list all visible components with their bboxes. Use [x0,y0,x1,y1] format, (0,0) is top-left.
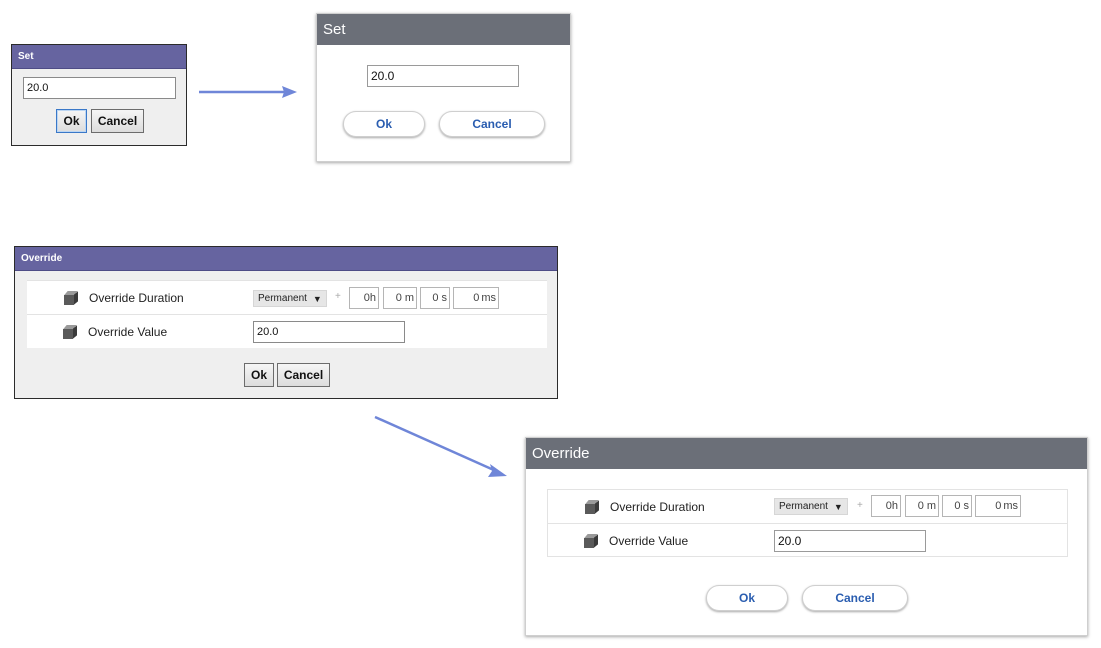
cancel-button[interactable]: Cancel [91,109,144,133]
duration-mode-select[interactable]: Permanent ▼ [774,498,848,515]
seconds-value: 0 [432,292,439,304]
dialog-title: Override [526,438,1087,469]
old-override-dialog: Override Override Duration Permanent ▼ +… [14,246,558,399]
seconds-field[interactable]: 0 s [420,287,450,309]
override-value-input[interactable] [774,530,926,552]
dialog-title: Set [317,14,570,45]
set-value-input[interactable] [23,77,176,99]
dialog-title: Override [15,247,557,271]
value-label: Override Value [88,325,168,339]
cancel-button[interactable]: Cancel [802,585,908,611]
minutes-unit: m [926,500,936,512]
cube-icon [584,534,598,548]
new-set-dialog: Set Ok Cancel [316,13,571,162]
cube-icon [585,499,599,514]
minutes-value: 0 [395,292,402,304]
dropdown-arrow-icon: ▼ [312,293,322,304]
ms-value: 0 [995,500,1002,512]
duration-label: Override Duration [89,290,184,305]
value-row: Override Value [27,315,547,349]
dialog-title: Set [12,45,186,69]
ms-field[interactable]: 0 ms [453,287,499,309]
cancel-button[interactable]: Cancel [439,111,545,137]
duration-mode-value: Permanent [779,501,828,512]
hours-field[interactable]: 0 h [871,495,901,517]
hours-unit: h [369,292,376,304]
seconds-field[interactable]: 0 s [942,495,972,517]
duration-mode-select[interactable]: Permanent ▼ [253,290,327,307]
set-value-input[interactable] [367,65,519,87]
ms-unit: ms [1003,500,1018,512]
ms-unit: ms [481,292,496,304]
seconds-unit: s [963,500,970,512]
cube-icon [63,325,77,339]
ok-button[interactable]: Ok [244,363,274,387]
duration-row: Override Duration Permanent ▼ + 0 h 0 m … [27,281,547,315]
value-label: Override Value [609,534,689,548]
ms-value: 0 [473,292,480,304]
duration-row: Override Duration Permanent ▼ + 0 h 0 m … [548,490,1067,524]
new-override-dialog: Override Override Duration Permanent ▼ +… [525,437,1088,636]
arrow-down-right-icon [374,415,507,477]
ms-field[interactable]: 0 ms [975,495,1021,517]
arrow-right-icon [199,86,297,98]
minutes-unit: m [404,292,414,304]
seconds-unit: s [441,292,448,304]
seconds-value: 0 [954,500,961,512]
value-row: Override Value [548,524,1067,558]
override-value-input[interactable] [253,321,405,343]
cube-icon [64,290,78,305]
plus-sign: + [335,291,341,302]
ok-button[interactable]: Ok [706,585,788,611]
minutes-field[interactable]: 0 m [383,287,417,309]
cancel-button[interactable]: Cancel [277,363,330,387]
hours-field[interactable]: 0 h [349,287,379,309]
dropdown-arrow-icon: ▼ [833,501,843,512]
ok-button[interactable]: Ok [343,111,425,137]
ok-button[interactable]: Ok [56,109,87,133]
old-set-dialog: Set Ok Cancel [11,44,187,146]
minutes-value: 0 [917,500,924,512]
duration-label: Override Duration [610,499,705,514]
override-form: Override Duration Permanent ▼ + 0 h 0 m … [547,489,1068,557]
hours-unit: h [891,500,898,512]
override-form: Override Duration Permanent ▼ + 0 h 0 m … [27,280,547,348]
duration-mode-value: Permanent [258,293,307,304]
minutes-field[interactable]: 0 m [905,495,939,517]
plus-sign: + [857,500,863,511]
